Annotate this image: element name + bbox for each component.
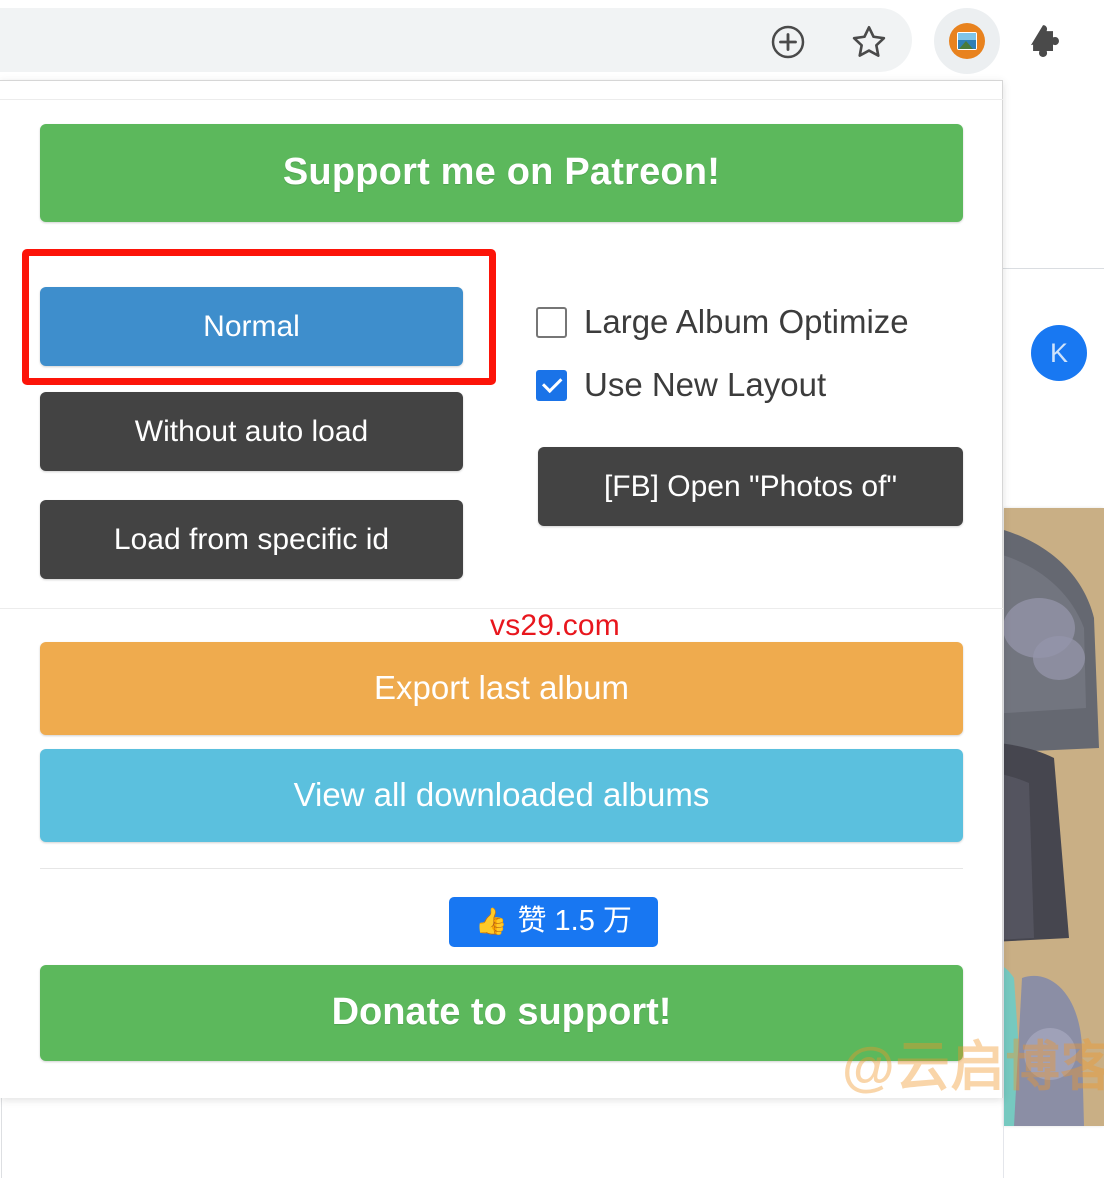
- popup-divider-top: [0, 99, 1003, 100]
- large-album-optimize-label: Large Album Optimize: [584, 303, 909, 340]
- bookmark-star-glyph: [852, 25, 886, 57]
- large-album-optimize-checkbox-row[interactable]: Large Album Optimize: [536, 303, 909, 341]
- mode-without-auto-load-button[interactable]: Without auto load: [40, 392, 463, 471]
- image-downloader-glyph: [949, 23, 985, 59]
- popup-divider-before-like: [40, 868, 963, 869]
- support-patreon-button[interactable]: Support me on Patreon!: [40, 124, 963, 222]
- fb-open-photos-of-button[interactable]: [FB] Open "Photos of": [538, 447, 963, 526]
- extensions-puzzle-icon[interactable]: [1018, 18, 1070, 66]
- export-last-album-button[interactable]: Export last album: [40, 642, 963, 735]
- photo-thumbnail[interactable]: [1004, 508, 1104, 1126]
- site-watermark: vs29.com: [490, 609, 620, 642]
- mode-normal-button[interactable]: Normal: [40, 287, 463, 366]
- puzzle-glyph: [1030, 25, 1059, 57]
- large-album-optimize-checkbox[interactable]: [536, 306, 567, 338]
- mode-load-from-specific-id-button[interactable]: Load from specific id: [40, 500, 463, 579]
- share-icon[interactable]: [764, 18, 812, 66]
- donate-to-support-button[interactable]: Donate to support!: [40, 965, 963, 1061]
- bookmark-star-icon[interactable]: [845, 18, 893, 66]
- avatar-initial: K: [1049, 337, 1068, 368]
- use-new-layout-label: Use New Layout: [584, 366, 827, 403]
- extension-popup-panel: Support me on Patreon! Normal Without au…: [0, 80, 1003, 1098]
- share-icon-glyph: [771, 25, 805, 59]
- photo-column-separator: [1003, 680, 1004, 1178]
- like-count-label: 赞 1.5 万: [517, 905, 632, 938]
- use-new-layout-checkbox[interactable]: [536, 369, 567, 401]
- view-all-downloaded-albums-button[interactable]: View all downloaded albums: [40, 749, 963, 842]
- page-top-rule: [1002, 268, 1104, 269]
- image-downloader-extension-icon[interactable]: [934, 8, 1000, 74]
- avatar[interactable]: K: [1031, 325, 1087, 381]
- thumbs-up-icon: 👍: [475, 906, 508, 936]
- anime-illustration: [1004, 508, 1104, 1126]
- popup-divider-middle: [0, 608, 1003, 609]
- use-new-layout-checkbox-row[interactable]: Use New Layout: [536, 366, 826, 404]
- facebook-like-button[interactable]: 👍 赞 1.5 万: [449, 897, 658, 947]
- browser-toolbar: [0, 0, 1104, 80]
